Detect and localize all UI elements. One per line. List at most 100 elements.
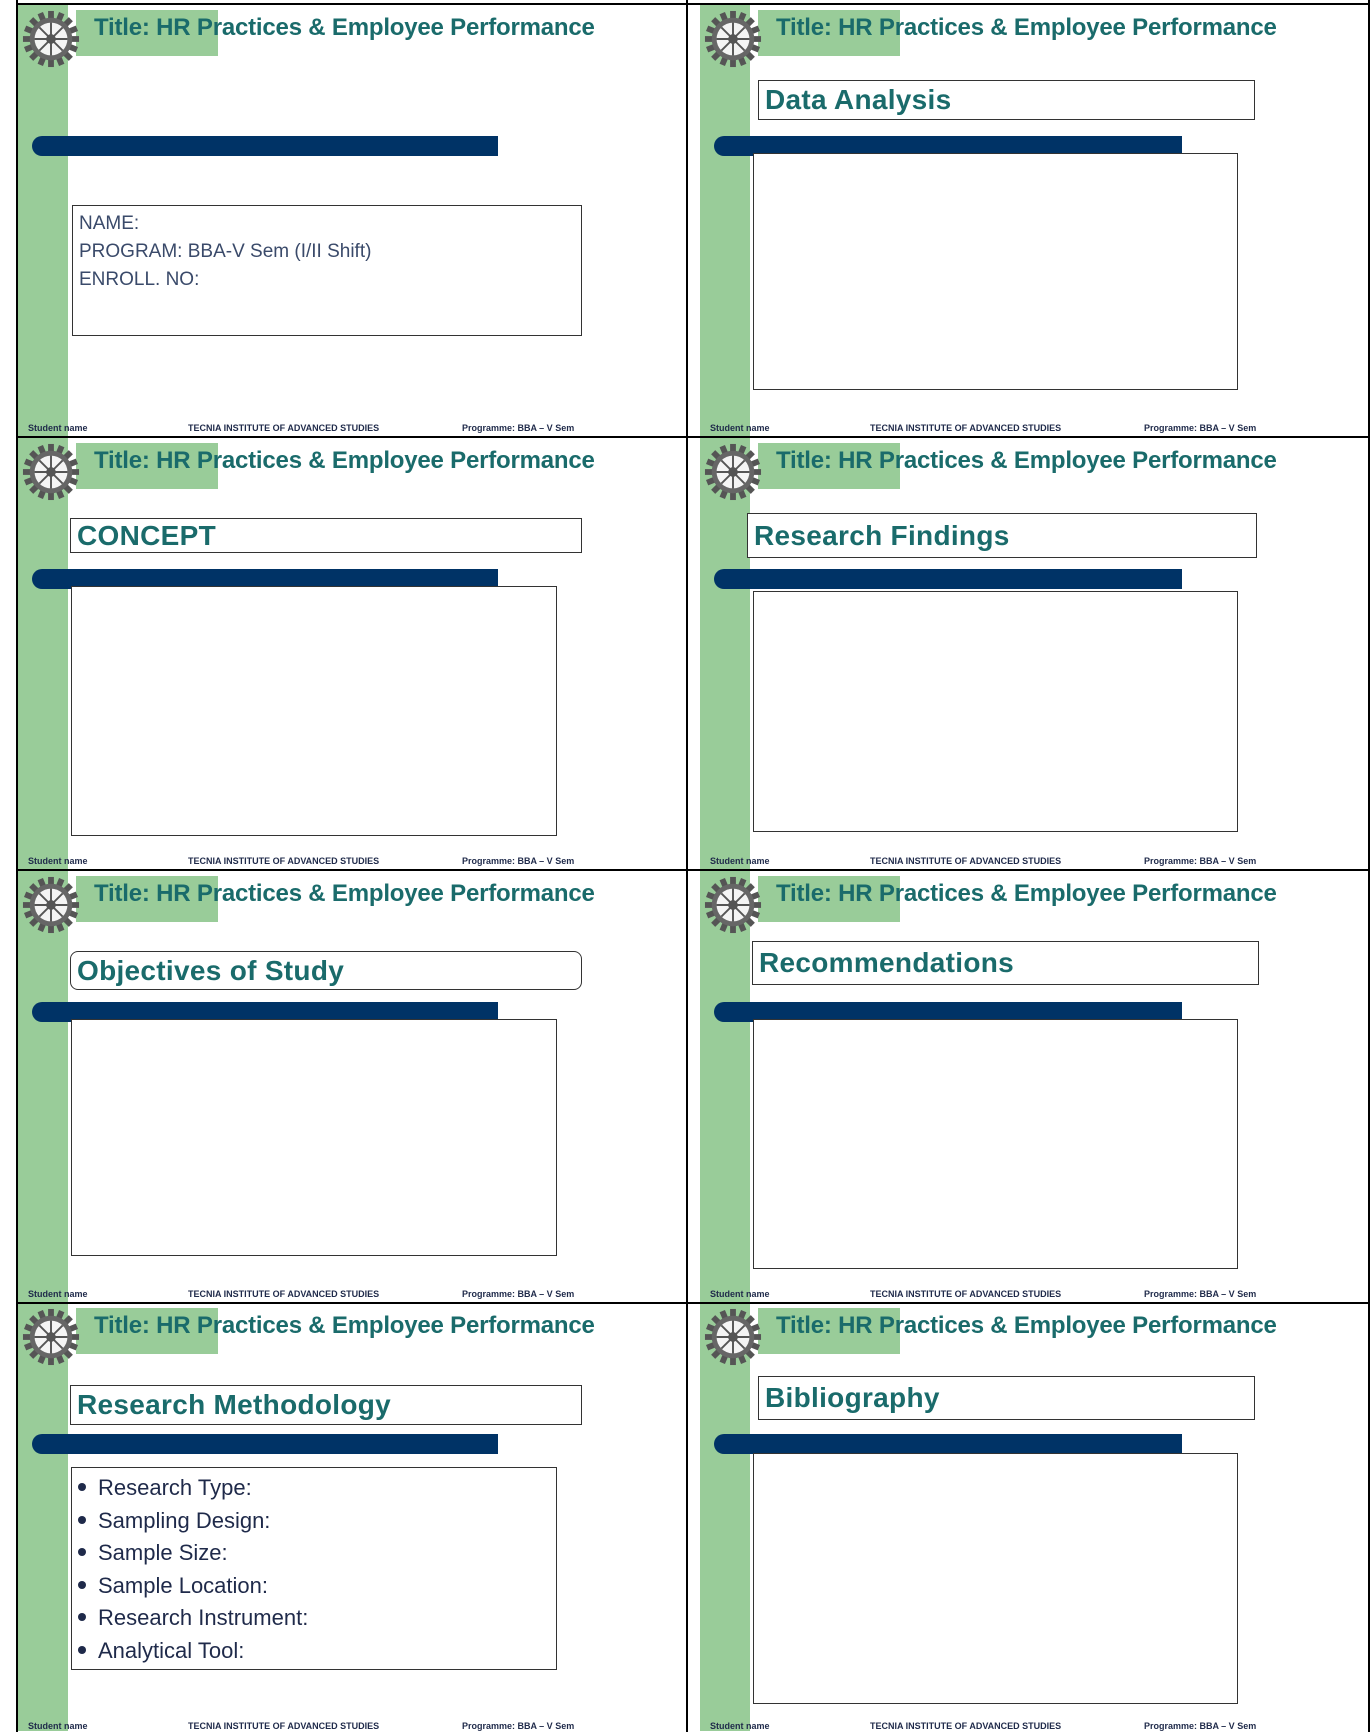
slide-title: Title: HR Practices & Employee Performan… [776, 14, 1277, 41]
section-heading: Recommendations [759, 947, 1014, 978]
footer-programme: Programme: BBA – V Sem [462, 1721, 575, 1731]
grid-line-horizontal [16, 869, 1370, 871]
footer-institute: TECNIA INSTITUTE OF ADVANCED STUDIES [188, 423, 380, 433]
slide-content-box [753, 1453, 1238, 1704]
slide-1: Title: HR Practices & Employee Performan… [18, 5, 690, 437]
slide-title: Title: HR Practices & Employee Performan… [94, 14, 595, 41]
footer-programme: Programme: BBA – V Sem [1144, 1721, 1257, 1731]
green-side-strip [700, 871, 750, 1302]
green-side-strip [700, 5, 750, 437]
bullet-text: Sample Location: [98, 1572, 268, 1598]
footer-student-name: Student name [28, 423, 88, 433]
slide-content-box [753, 591, 1238, 832]
footer-institute: TECNIA INSTITUTE OF ADVANCED STUDIES [188, 1721, 380, 1731]
gear-wheel-logo-icon [704, 876, 762, 934]
slide-title: Title: HR Practices & Employee Performan… [94, 447, 595, 474]
footer-student-name: Student name [710, 1721, 770, 1731]
footer-programme: Programme: BBA – V Sem [1144, 1289, 1257, 1299]
bullet-item: Analytical Tool: [78, 1635, 308, 1668]
section-heading: Objectives of Study [77, 954, 345, 986]
heading-underline-bar [32, 1434, 498, 1454]
slide-content-box [753, 1019, 1238, 1269]
section-heading: Data Analysis [765, 84, 952, 115]
bullet-text: Analytical Tool: [98, 1637, 245, 1663]
student-info-line: PROGRAM: BBA-V Sem (I/II Shift) [79, 241, 372, 262]
footer-institute: TECNIA INSTITUTE OF ADVANCED STUDIES [188, 856, 380, 866]
green-side-strip [18, 1303, 68, 1731]
bullet-dot-icon [78, 1645, 86, 1654]
footer-programme: Programme: BBA – V Sem [1144, 856, 1257, 866]
footer-institute: TECNIA INSTITUTE OF ADVANCED STUDIES [188, 1289, 380, 1299]
footer-student-name: Student name [28, 1289, 88, 1299]
section-heading-box: Research Findings [747, 513, 1257, 558]
slide-title: Title: HR Practices & Employee Performan… [94, 1312, 595, 1339]
slide-3: Title: HR Practices & Employee Performan… [18, 438, 690, 870]
grid-line-vertical [1368, 0, 1370, 1732]
green-side-strip [18, 5, 68, 437]
grid-line-horizontal [16, 1302, 1370, 1304]
section-heading-box: CONCEPT [70, 518, 582, 553]
student-info-line: ENROLL. NO: [79, 269, 200, 290]
student-info-box: NAME: PROGRAM: BBA-V Sem (I/II Shift) ENRO… [72, 205, 582, 336]
bullet-text: Sample Size: [98, 1540, 228, 1565]
slide-title: Title: HR Practices & Employee Performan… [776, 880, 1277, 907]
slide-6: Title: HR Practices & Employee Performan… [700, 871, 1370, 1302]
slide-8: Title: HR Practices & Employee Performan… [700, 1303, 1370, 1731]
bullet-dot-icon [78, 1613, 86, 1622]
gear-wheel-logo-icon [22, 10, 80, 68]
footer-institute: TECNIA INSTITUTE OF ADVANCED STUDIES [870, 1289, 1062, 1299]
heading-underline-bar [32, 136, 498, 156]
slide-title: Title: HR Practices & Employee Performan… [776, 447, 1277, 474]
bullet-item: Research Type: [78, 1472, 308, 1505]
grid-line-vertical [16, 0, 18, 1732]
footer-programme: Programme: BBA – V Sem [1144, 423, 1257, 433]
gear-wheel-logo-icon [22, 443, 80, 501]
bullet-item: Sampling Design: [78, 1505, 308, 1538]
grid-line-vertical [686, 0, 688, 1732]
gear-wheel-logo-icon [704, 443, 762, 501]
gear-wheel-logo-icon [22, 1308, 80, 1366]
footer-student-name: Student name [710, 856, 770, 866]
footer-programme: Programme: BBA – V Sem [462, 1289, 575, 1299]
footer-programme: Programme: BBA – V Sem [462, 856, 575, 866]
footer-student-name: Student name [28, 1721, 88, 1731]
grid-line-horizontal [16, 3, 1370, 5]
bullet-dot-icon [78, 1483, 86, 1492]
bullet-text: Sampling Design: [98, 1507, 271, 1533]
heading-underline-bar [714, 569, 1182, 589]
footer-student-name: Student name [710, 423, 770, 433]
section-heading: CONCEPT [77, 519, 216, 551]
footer-programme: Programme: BBA – V Sem [462, 423, 575, 433]
gear-wheel-logo-icon [704, 1308, 762, 1366]
grid-line-horizontal [16, 436, 1370, 438]
gear-wheel-logo-icon [22, 876, 80, 934]
footer-institute: TECNIA INSTITUTE OF ADVANCED STUDIES [870, 856, 1062, 866]
green-side-strip [18, 438, 68, 870]
section-heading: Research Findings [754, 519, 1010, 551]
bullet-item: Research Instrument: [78, 1602, 308, 1635]
gear-wheel-logo-icon [704, 10, 762, 68]
heading-underline-bar [714, 1434, 1182, 1454]
green-side-strip [700, 438, 750, 870]
section-heading-box: Research Methodology [70, 1385, 582, 1425]
slide-content-box [753, 153, 1238, 390]
footer-institute: TECNIA INSTITUTE OF ADVANCED STUDIES [870, 1721, 1062, 1731]
slide-title: Title: HR Practices & Employee Performan… [94, 880, 595, 907]
student-info-line: NAME: [79, 213, 140, 234]
slide-2: Title: HR Practices & Employee Performan… [700, 5, 1370, 437]
section-heading-box: Data Analysis [758, 80, 1255, 120]
methodology-bullet-list: Research Type: Sampling Design: Sample Siz… [78, 1472, 308, 1667]
footer-institute: TECNIA INSTITUTE OF ADVANCED STUDIES [870, 423, 1062, 433]
slide-content-box [71, 586, 557, 836]
green-side-strip [700, 1303, 750, 1731]
green-side-strip [18, 871, 68, 1302]
bullet-item: Sample Location: [78, 1570, 308, 1603]
bullet-text: Research Type: [98, 1475, 252, 1500]
bullet-text: Research Instrument: [98, 1605, 309, 1630]
section-heading: Research Methodology [77, 1389, 392, 1420]
slide-content-box [71, 1019, 557, 1256]
slide-4: Title: HR Practices & Employee Performan… [700, 438, 1370, 870]
footer-student-name: Student name [710, 1289, 770, 1299]
bullet-dot-icon [78, 1515, 86, 1524]
footer-student-name: Student name [28, 856, 88, 866]
